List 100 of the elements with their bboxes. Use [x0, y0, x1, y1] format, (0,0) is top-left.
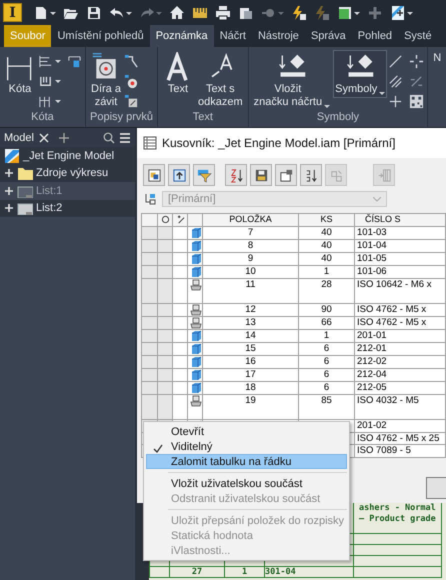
search-icon[interactable] — [103, 132, 115, 144]
parts-list-cell: 27 — [170, 567, 225, 578]
ribbon-tab[interactable]: Náčrt — [214, 25, 252, 47]
toolbar-button[interactable] — [250, 164, 272, 186]
plus-icon — [367, 4, 383, 20]
tree-item[interactable]: _Jet Engine Model — [0, 147, 135, 164]
browser-tab[interactable]: Model — [4, 132, 34, 144]
parts-list-cell: 1 — [225, 567, 265, 578]
bolt-icon — [314, 4, 330, 20]
table-cell: 212-01 — [354, 342, 446, 355]
ribbon-button[interactable]: Vložit značku náčrtu — [252, 50, 332, 111]
table-cell: 18 — [202, 381, 298, 394]
ribbon-tab[interactable]: Správa — [304, 25, 352, 47]
table-cell: 6 — [298, 342, 354, 355]
ribbon-tab[interactable]: Pohled — [352, 25, 398, 47]
table-icon — [143, 136, 157, 150]
ribbon-button[interactable]: N — [431, 50, 444, 67]
fastener-icon — [190, 304, 202, 316]
expand-icon[interactable] — [4, 203, 14, 214]
group-label: Symboly — [316, 111, 360, 125]
ribbon-button[interactable]: Kóta — [3, 50, 37, 98]
ribbon-tab[interactable]: Umístění pohledů — [51, 25, 150, 47]
table-cell: 101-06 — [354, 265, 446, 278]
part-icon — [190, 330, 202, 342]
table-cell: 9 — [202, 252, 298, 265]
dialog-button[interactable] — [426, 477, 446, 499]
table-cell: 85 — [298, 394, 354, 419]
expand-icon[interactable] — [4, 168, 14, 178]
props-icon — [278, 168, 294, 182]
table-cell: 16 — [202, 355, 298, 368]
caret-icon — [379, 90, 386, 96]
tool-button[interactable] — [409, 52, 424, 70]
toolbar-button[interactable] — [143, 164, 165, 186]
line-icon — [388, 54, 404, 68]
caret-icon — [278, 10, 284, 16]
tool-button[interactable] — [124, 92, 139, 110]
toolbar-button[interactable] — [225, 164, 247, 186]
tool-button[interactable] — [409, 92, 424, 110]
merge-icon — [328, 168, 344, 182]
ribbon-tab[interactable]: Systé — [398, 25, 438, 47]
group-label: Popisy prvků — [89, 111, 154, 125]
part-icon — [190, 240, 202, 252]
ribbon-tab[interactable]: Nástroje — [252, 25, 305, 47]
table-cell: 14 — [202, 329, 298, 342]
ribbon-button[interactable]: Text — [160, 50, 195, 98]
table-cell: 40 — [298, 239, 354, 252]
table-cell: 212-04 — [354, 368, 446, 381]
table-cell: 19 — [202, 394, 298, 419]
add-icon[interactable] — [58, 132, 70, 144]
menu-item[interactable]: Zalomit tabulku na řádku — [146, 454, 347, 469]
qr-icon — [409, 94, 424, 108]
table-cell: 7 — [202, 226, 298, 239]
table-cell: ISO 10642 - M6 x — [354, 278, 446, 303]
column-header[interactable]: KS — [298, 214, 354, 226]
expand-icon[interactable] — [4, 186, 14, 196]
fastener-icon — [190, 394, 202, 406]
table-cell: 10 — [202, 265, 298, 278]
toolbar-button[interactable] — [168, 164, 190, 186]
tool-button[interactable] — [124, 52, 139, 70]
table-cell: ISO 4762 - M5 x — [354, 303, 446, 316]
caret-icon — [407, 10, 413, 16]
table-cell: 90 — [298, 303, 354, 316]
tree-item[interactable]: Zdroje výkresu — [0, 164, 135, 182]
app-logo[interactable]: I — [3, 3, 22, 22]
view-icon — [146, 168, 162, 182]
part-icon — [190, 252, 202, 264]
assembly-icon — [4, 148, 20, 163]
column-header[interactable]: POLOŽKA — [202, 214, 298, 226]
caret-icon — [50, 10, 56, 16]
toolbar-button[interactable] — [300, 164, 322, 186]
table-cell: 212-05 — [354, 381, 446, 394]
menu-item[interactable]: Viditelný — [146, 439, 347, 454]
home-icon — [169, 4, 185, 20]
table-cell: 40 — [298, 226, 354, 239]
table-cell: 101-03 — [354, 226, 446, 239]
cube-icon — [337, 4, 353, 20]
ribbon-tab[interactable]: Poznámka — [150, 25, 214, 47]
table-cell: 8 — [202, 239, 298, 252]
menu-item[interactable]: Vložit uživatelskou součást — [146, 476, 347, 491]
hatch-icon — [388, 74, 404, 88]
tool-button[interactable] — [124, 72, 139, 90]
menu-icon[interactable] — [119, 132, 131, 144]
tree-item[interactable]: List:1 — [0, 182, 135, 200]
table-cell: ISO 4762 - M5 x — [354, 316, 446, 329]
ribbon-button[interactable]: Text s odkazem — [196, 50, 245, 111]
find-icon — [160, 215, 170, 224]
menu-item[interactable]: Otevřít — [146, 424, 347, 439]
toolbar-button[interactable] — [275, 164, 297, 186]
column-header[interactable]: ČÍSLO S — [354, 214, 446, 226]
part-icon — [190, 356, 202, 368]
close-icon[interactable] — [38, 132, 50, 144]
parts-list-cell: 301-04 — [265, 567, 354, 578]
caret-icon — [156, 10, 162, 16]
table-cell: ISO 4762 - M5 x 25 — [354, 432, 446, 444]
tree-item[interactable]: List:2 — [0, 200, 135, 217]
table-cell: 201-02 — [354, 419, 446, 432]
save-icon — [86, 4, 102, 20]
ribbon-button[interactable]: Díra a závit — [89, 50, 123, 111]
ribbon-button[interactable]: Symboly — [333, 50, 388, 98]
table-cell: 13 — [202, 316, 298, 329]
